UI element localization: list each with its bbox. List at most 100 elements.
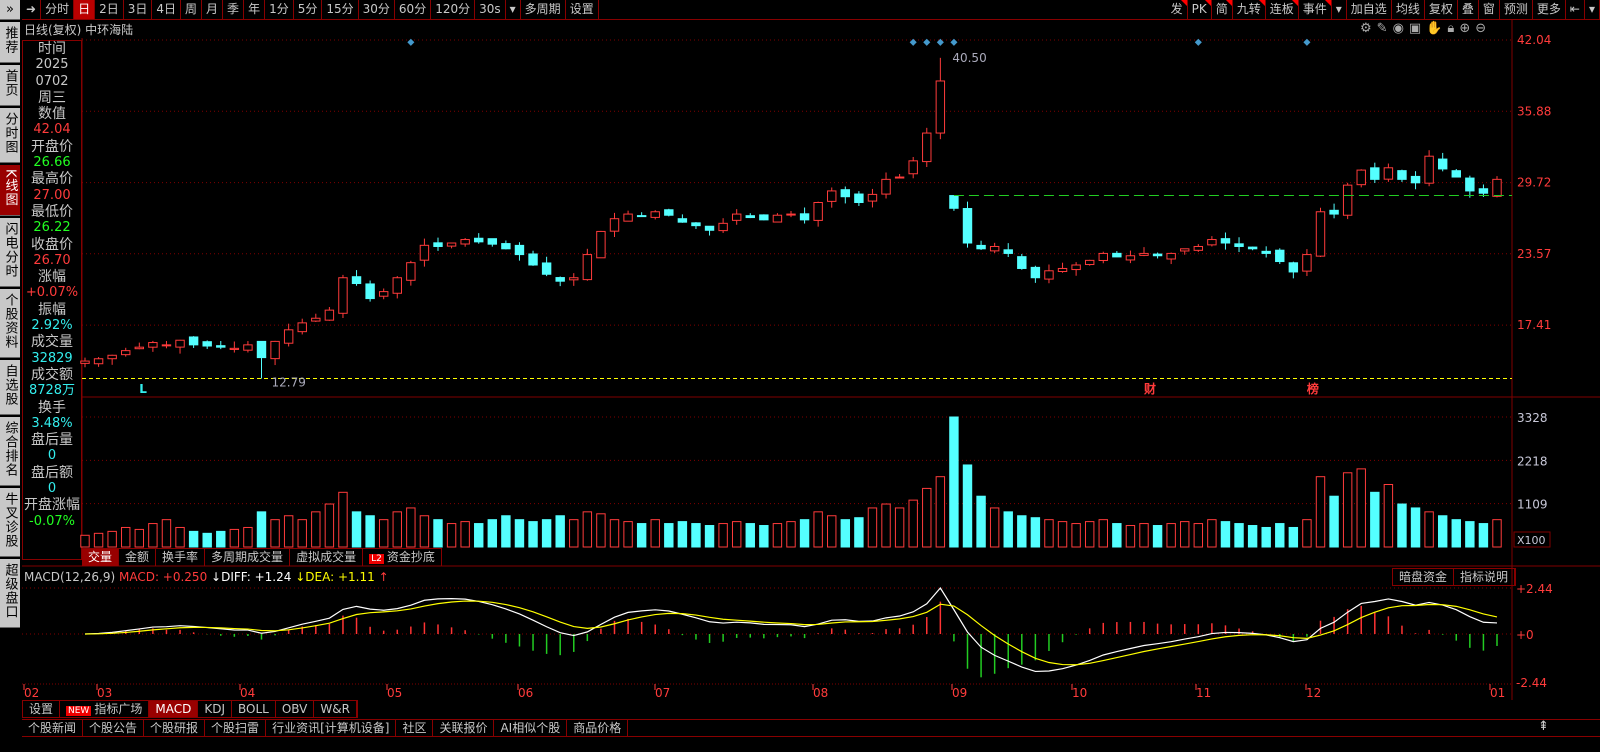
- candle-body[interactable]: [569, 277, 579, 281]
- volume-tab-1[interactable]: 金额: [119, 549, 157, 566]
- candle-body[interactable]: [1220, 238, 1231, 244]
- candle-body[interactable]: [1410, 175, 1421, 184]
- volume-bar[interactable]: [188, 530, 199, 548]
- volume-bar[interactable]: [121, 526, 131, 548]
- candle-body[interactable]: [1207, 239, 1217, 246]
- volume-bar[interactable]: [528, 521, 538, 548]
- candle-body[interactable]: [1288, 262, 1299, 273]
- candle-body[interactable]: [541, 262, 552, 275]
- volume-bar[interactable]: [324, 503, 335, 548]
- candle-body[interactable]: [1329, 209, 1339, 215]
- candle-body[interactable]: [1356, 169, 1366, 186]
- volume-bar[interactable]: [922, 487, 932, 548]
- candle-body[interactable]: [80, 360, 90, 364]
- candle-body[interactable]: [1275, 249, 1285, 263]
- volume-bar[interactable]: [1424, 511, 1434, 548]
- candle-body[interactable]: [691, 222, 701, 227]
- indicator-tab-w&r[interactable]: W&R: [314, 701, 357, 717]
- volume-bar[interactable]: [229, 528, 240, 548]
- indicator-tab-boll[interactable]: BOLL: [232, 701, 276, 717]
- volume-bar[interactable]: [772, 523, 783, 548]
- candle-body[interactable]: [1084, 259, 1095, 266]
- candle-body[interactable]: [1071, 264, 1081, 271]
- bottom-tab-7[interactable]: AI相似个股: [494, 720, 568, 736]
- volume-bar[interactable]: [731, 521, 742, 548]
- volume-bar[interactable]: [1247, 525, 1258, 548]
- candle-body[interactable]: [840, 189, 851, 198]
- candle-body[interactable]: [1180, 248, 1190, 252]
- candle-body[interactable]: [1424, 155, 1434, 184]
- candle-body[interactable]: [786, 213, 796, 216]
- candle-body[interactable]: [474, 237, 484, 243]
- candle-body[interactable]: [772, 214, 783, 223]
- volume-bar[interactable]: [555, 515, 565, 548]
- volume-bar[interactable]: [582, 511, 593, 548]
- candle-body[interactable]: [229, 347, 240, 350]
- indicator-tab-obv[interactable]: OBV: [276, 701, 315, 717]
- candle-body[interactable]: [378, 291, 389, 297]
- volume-bar[interactable]: [1302, 519, 1312, 548]
- volume-tab-0[interactable]: 交量: [82, 549, 120, 566]
- bottom-tab-8[interactable]: 商品价格: [567, 720, 629, 736]
- volume-bar[interactable]: [799, 519, 810, 548]
- candle-body[interactable]: [596, 230, 606, 259]
- volume-bar[interactable]: [392, 511, 402, 548]
- volume-bar[interactable]: [1084, 521, 1095, 548]
- volume-bar[interactable]: [419, 515, 430, 548]
- candle-body[interactable]: [202, 341, 212, 347]
- candle-body[interactable]: [609, 218, 620, 232]
- volume-bar[interactable]: [623, 521, 633, 548]
- candle-body[interactable]: [256, 340, 267, 359]
- volume-bar[interactable]: [827, 515, 837, 548]
- candle-body[interactable]: [188, 336, 199, 346]
- candle-body[interactable]: [216, 345, 226, 348]
- candle-body[interactable]: [1139, 252, 1149, 256]
- candle-body[interactable]: [1247, 246, 1258, 250]
- candle-body[interactable]: [731, 213, 742, 221]
- volume-bar[interactable]: [1180, 521, 1190, 548]
- volume-bar[interactable]: [1003, 511, 1013, 548]
- event-diamond-icon[interactable]: [923, 38, 931, 46]
- volume-bar[interactable]: [1030, 517, 1041, 548]
- volume-bar[interactable]: [93, 532, 104, 548]
- candle-body[interactable]: [894, 176, 905, 179]
- volume-bar[interactable]: [704, 525, 715, 548]
- bottom-tab-1[interactable]: 个股公告: [83, 720, 145, 736]
- volume-bar[interactable]: [1315, 476, 1326, 548]
- candle-body[interactable]: [827, 190, 837, 202]
- candle-body[interactable]: [1451, 170, 1461, 178]
- candle-body[interactable]: [582, 254, 593, 281]
- candle-body[interactable]: [935, 80, 946, 134]
- candle-body[interactable]: [351, 276, 362, 285]
- volume-bar[interactable]: [460, 521, 470, 548]
- candle-body[interactable]: [365, 283, 375, 300]
- candle-body[interactable]: [908, 160, 918, 175]
- candle-body[interactable]: [1465, 177, 1475, 192]
- volume-bar[interactable]: [1356, 468, 1366, 548]
- volume-bar[interactable]: [1342, 472, 1353, 548]
- candle-body[interactable]: [813, 202, 823, 221]
- volume-bar[interactable]: [1397, 503, 1407, 548]
- volume-bar[interactable]: [501, 515, 511, 548]
- volume-bar[interactable]: [474, 523, 484, 548]
- candle-body[interactable]: [1112, 252, 1122, 258]
- volume-bar[interactable]: [786, 521, 796, 548]
- volume-bar[interactable]: [569, 519, 579, 548]
- candle-body[interactable]: [976, 244, 986, 250]
- candle-body[interactable]: [338, 277, 348, 314]
- candle-body[interactable]: [636, 215, 647, 218]
- volume-bar[interactable]: [311, 511, 321, 548]
- volume-bar[interactable]: [446, 523, 457, 548]
- candle-body[interactable]: [962, 208, 973, 244]
- volume-bar[interactable]: [1465, 521, 1475, 548]
- volume-bar[interactable]: [976, 495, 986, 548]
- volume-bar[interactable]: [677, 521, 688, 548]
- volume-bar[interactable]: [202, 532, 212, 548]
- volume-bar[interactable]: [1044, 519, 1054, 548]
- volume-bar[interactable]: [1275, 523, 1285, 548]
- volume-bar[interactable]: [514, 519, 525, 548]
- candle-body[interactable]: [175, 339, 185, 348]
- volume-bar[interactable]: [134, 528, 145, 548]
- candle-body[interactable]: [799, 213, 810, 221]
- candle-body[interactable]: [1261, 250, 1271, 254]
